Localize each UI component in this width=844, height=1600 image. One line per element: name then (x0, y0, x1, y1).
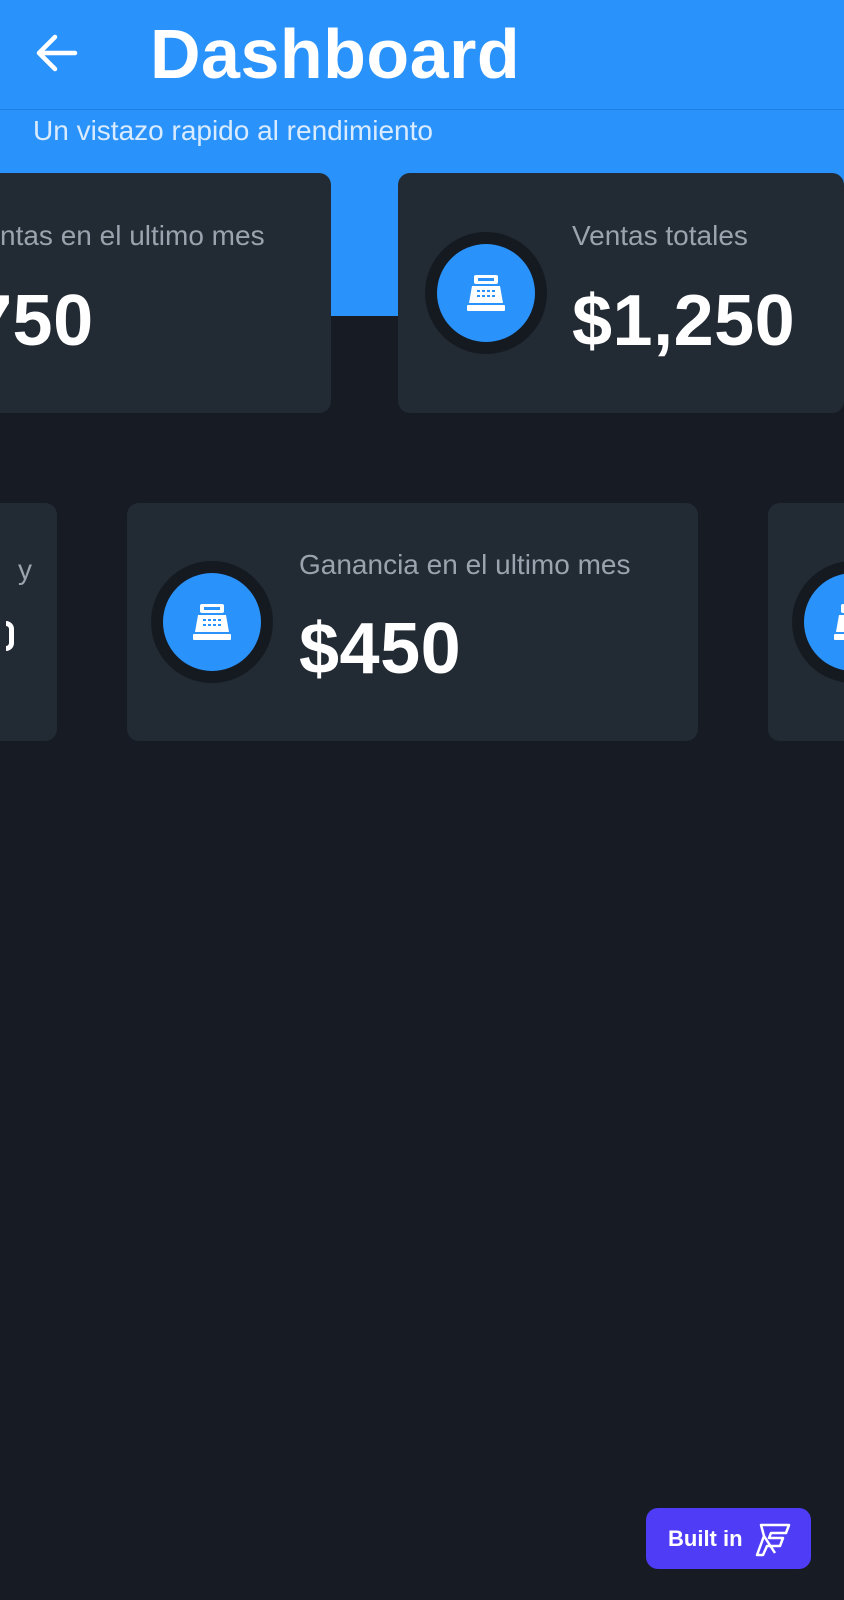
stat-card-label: Ventas totales (572, 220, 748, 251)
stat-card-total-sales[interactable]: Ventas totales $1,250 (398, 173, 844, 413)
icon-disc (437, 244, 535, 342)
page-subtitle: Un vistazo rapido al rendimiento (33, 115, 433, 146)
cash-register-icon (193, 604, 231, 640)
stat-card-value: $450 (299, 609, 462, 689)
icon-disc (163, 573, 261, 671)
stat-card-partial-right[interactable] (768, 503, 844, 741)
icon-ring (792, 561, 844, 683)
stat-card-last-month-profit[interactable]: Ganancia en el ultimo mes $450 (127, 503, 698, 741)
built-in-badge[interactable]: Built in (646, 1508, 811, 1569)
stat-card-partial-left[interactable]: y (0, 503, 57, 741)
flutterflow-logo-icon (755, 1523, 790, 1556)
stat-card-value: $1,250 (572, 281, 796, 361)
page-title: Dashboard (150, 15, 521, 93)
icon-disc (804, 573, 844, 671)
stat-card-value-fragment (6, 621, 14, 651)
back-button[interactable] (30, 26, 84, 80)
cash-register-icon (834, 604, 844, 640)
dashboard-screen: Dashboard Un vistazo rapido al rendimien… (0, 0, 844, 1600)
stat-card-label: ntas en el ultimo mes (0, 220, 265, 251)
icon-ring (425, 232, 547, 354)
icon-ring (151, 561, 273, 683)
app-bar: Dashboard (0, 0, 844, 110)
built-in-label: Built in (668, 1525, 743, 1551)
stat-card-label: y (18, 554, 32, 585)
stat-card-value: 750 (0, 281, 94, 361)
stat-card-last-month-sales[interactable]: ntas en el ultimo mes 750 (0, 173, 331, 413)
cash-register-icon (467, 275, 505, 311)
stat-card-label: Ganancia en el ultimo mes (299, 549, 631, 580)
arrow-left-icon (36, 34, 78, 72)
